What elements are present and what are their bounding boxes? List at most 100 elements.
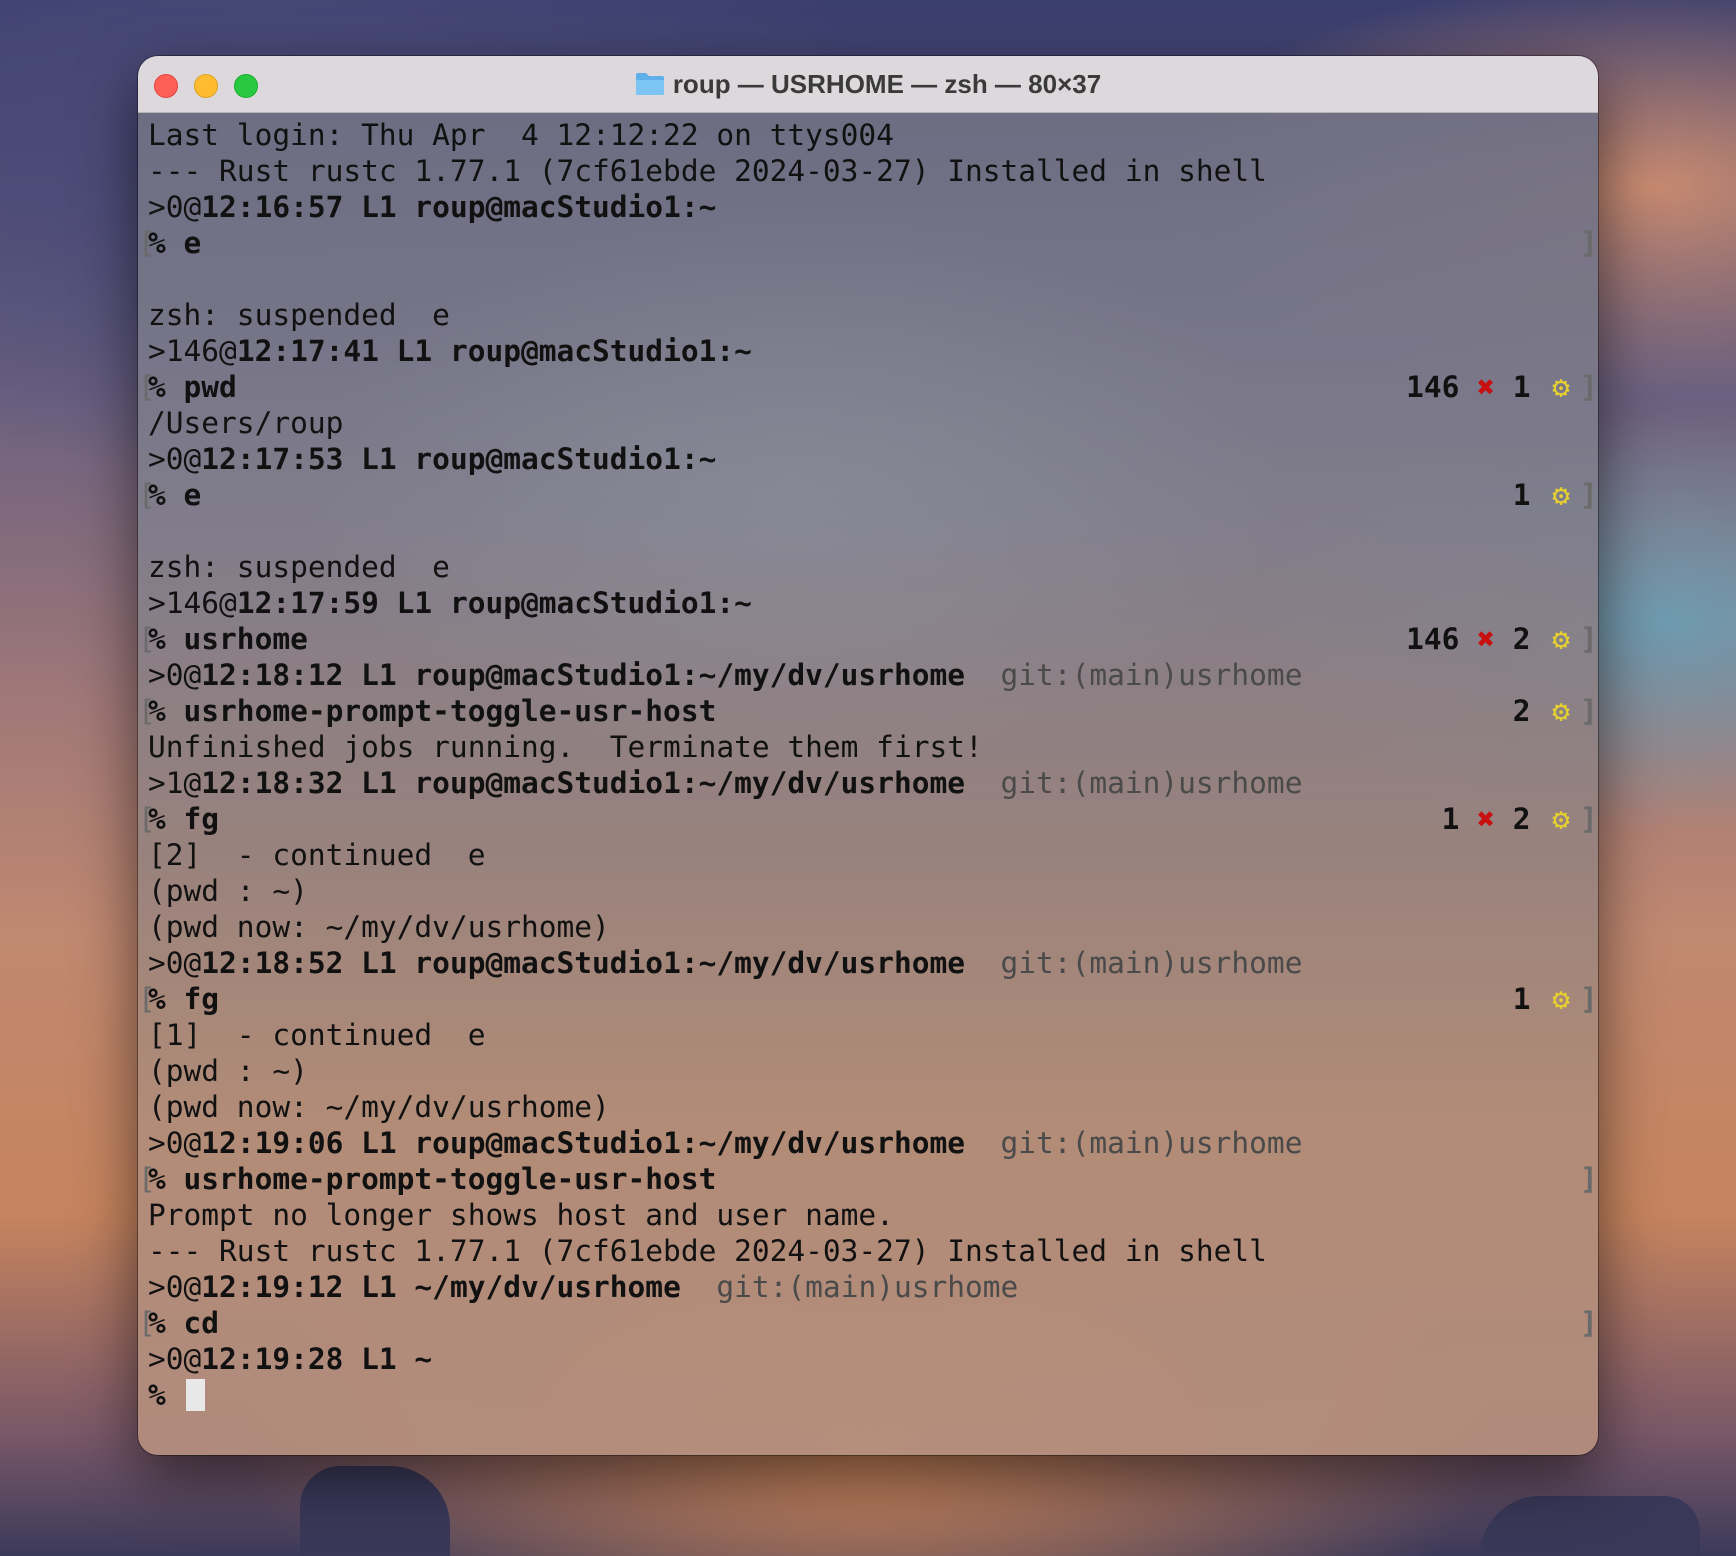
prompt-info: 12:17:41 L1 roup@macStudio1:~	[236, 334, 752, 368]
command-line: [% e]	[138, 225, 1598, 261]
output-line: Last login: Thu Apr 4 12:12:22 on ttys00…	[148, 118, 894, 152]
job-count: 2	[1494, 802, 1549, 836]
title-bar[interactable]: roup — USRHOME — zsh — 80×37	[138, 56, 1598, 113]
prompt-info: 12:19:28 L1 ~	[201, 1342, 433, 1376]
prompt-status: >0@	[148, 1342, 202, 1376]
command-line: [% pwd 146 ✖ 1 ⚙]	[138, 369, 1598, 405]
prompt-line: >0@12:19:28 L1 ~	[148, 1341, 1598, 1377]
job-count: 1	[1512, 478, 1549, 512]
prompt-status: >0@	[148, 946, 202, 980]
command-text: % usrhome-prompt-toggle-usr-host	[148, 694, 717, 728]
gear-icon: ⚙	[1552, 370, 1570, 404]
gear-icon: ⚙	[1552, 478, 1570, 512]
job-count: 1	[1512, 982, 1549, 1016]
command-input-line[interactable]: %	[148, 1377, 1598, 1413]
command-text: % e	[148, 478, 202, 512]
prompt-info: 12:18:52 L1 roup@macStudio1:~/my/dv/usrh…	[201, 946, 965, 980]
terminal-output[interactable]: Last login: Thu Apr 4 12:12:22 on ttys00…	[138, 117, 1598, 1413]
prompt-status: >146@	[148, 586, 237, 620]
right-prompt: 1 ✖ 2 ⚙]	[1442, 801, 1598, 837]
command-line: [% e 1 ⚙]	[138, 477, 1598, 513]
command-line: [% cd]	[138, 1305, 1598, 1341]
git-status: git:(main)usrhome	[680, 1270, 1019, 1304]
right-bracket: ]	[1580, 370, 1598, 404]
exit-code: 146	[1406, 622, 1478, 656]
prompt-status: >0@	[148, 1126, 202, 1160]
exit-code: 1	[1441, 802, 1478, 836]
prompt-line: >0@12:18:52 L1 roup@macStudio1:~/my/dv/u…	[148, 945, 1598, 981]
left-bracket: [	[138, 802, 156, 836]
iceberg-right	[1480, 1496, 1700, 1556]
output-line: (pwd now: ~/my/dv/usrhome)	[148, 910, 610, 944]
right-bracket: ]	[1580, 694, 1598, 728]
output-line: (pwd : ~)	[148, 1054, 308, 1088]
right-bracket: ]	[1580, 802, 1598, 836]
git-status: git:(main)usrhome	[965, 766, 1303, 800]
prompt-line: >0@12:18:12 L1 roup@macStudio1:~/my/dv/u…	[148, 657, 1598, 693]
output-line: (pwd : ~)	[148, 874, 308, 908]
right-prompt: ]	[1570, 1305, 1598, 1341]
output-line: --- Rust rustc 1.77.1 (7cf61ebde 2024-03…	[148, 1234, 1267, 1268]
text-cursor	[185, 1379, 205, 1411]
prompt-info: 12:17:53 L1 roup@macStudio1:~	[201, 442, 717, 476]
right-bracket: ]	[1580, 478, 1598, 512]
prompt-status: >0@	[148, 1270, 202, 1304]
output-line: [2] - continued e	[148, 838, 486, 872]
gear-icon: ⚙	[1552, 622, 1570, 656]
command-line: [% usrhome 146 ✖ 2 ⚙]	[138, 621, 1598, 657]
prompt-line: >0@12:19:12 L1 ~/my/dv/usrhome git:(main…	[148, 1269, 1598, 1305]
right-prompt: 146 ✖ 2 ⚙]	[1406, 621, 1598, 657]
error-x-icon: ✖	[1477, 802, 1495, 836]
error-x-icon: ✖	[1477, 370, 1495, 404]
prompt-info: 12:19:12 L1 ~/my/dv/usrhome	[201, 1270, 681, 1304]
command-text: % e	[148, 226, 202, 260]
right-prompt: 146 ✖ 1 ⚙]	[1406, 369, 1598, 405]
prompt-line: >146@12:17:41 L1 roup@macStudio1:~	[148, 333, 1598, 369]
command-line: [% usrhome-prompt-toggle-usr-host 2 ⚙]	[138, 693, 1598, 729]
iceberg-left	[300, 1466, 450, 1556]
prompt-line: >1@12:18:32 L1 roup@macStudio1:~/my/dv/u…	[148, 765, 1598, 801]
git-status: git:(main)usrhome	[965, 946, 1303, 980]
prompt-status: >0@	[148, 190, 202, 224]
right-bracket: ]	[1580, 1306, 1598, 1340]
left-bracket: [	[138, 982, 156, 1016]
output-line: --- Rust rustc 1.77.1 (7cf61ebde 2024-03…	[148, 154, 1267, 188]
right-bracket: ]	[1580, 622, 1598, 656]
gear-icon: ⚙	[1552, 802, 1570, 836]
left-bracket: [	[138, 226, 156, 260]
job-count: 2	[1512, 694, 1549, 728]
right-prompt: ]	[1570, 1161, 1598, 1197]
left-bracket: [	[138, 1306, 156, 1340]
prompt-status: >0@	[148, 442, 202, 476]
command-line: [% fg 1 ⚙]	[138, 981, 1598, 1017]
right-bracket: ]	[1580, 226, 1598, 260]
right-bracket: ]	[1580, 982, 1598, 1016]
command-text: % usrhome	[148, 622, 308, 656]
right-prompt: ]	[1570, 225, 1598, 261]
command-text: % pwd	[148, 370, 237, 404]
prompt-info: 12:17:59 L1 roup@macStudio1:~	[236, 586, 752, 620]
output-line: zsh: suspended e	[148, 550, 450, 584]
right-prompt: 2 ⚙]	[1513, 693, 1598, 729]
left-bracket: [	[138, 478, 156, 512]
terminal-content[interactable]: Last login: Thu Apr 4 12:12:22 on ttys00…	[138, 113, 1598, 1455]
left-bracket: [	[138, 694, 156, 728]
output-line: Unfinished jobs running. Terminate them …	[148, 730, 983, 764]
command-text: % usrhome-prompt-toggle-usr-host	[148, 1162, 717, 1196]
output-line: (pwd now: ~/my/dv/usrhome)	[148, 1090, 610, 1124]
input-prompt: %	[148, 1378, 184, 1412]
folder-icon	[635, 72, 665, 96]
git-status: git:(main)usrhome	[965, 658, 1303, 692]
window-title: roup — USRHOME — zsh — 80×37	[672, 68, 1102, 99]
prompt-status: >1@	[148, 766, 202, 800]
prompt-info: 12:18:12 L1 roup@macStudio1:~/my/dv/usrh…	[201, 658, 965, 692]
command-line: [% usrhome-prompt-toggle-usr-host]	[138, 1161, 1598, 1197]
window-title-group: roup — USRHOME — zsh — 80×37	[138, 56, 1598, 112]
left-bracket: [	[138, 370, 156, 404]
prompt-info: 12:19:06 L1 roup@macStudio1:~/my/dv/usrh…	[201, 1126, 965, 1160]
right-prompt: 1 ⚙]	[1513, 981, 1598, 1017]
prompt-info: 12:16:57 L1 roup@macStudio1:~	[201, 190, 717, 224]
output-line: zsh: suspended e	[148, 298, 450, 332]
output-line: Prompt no longer shows host and user nam…	[148, 1198, 894, 1232]
